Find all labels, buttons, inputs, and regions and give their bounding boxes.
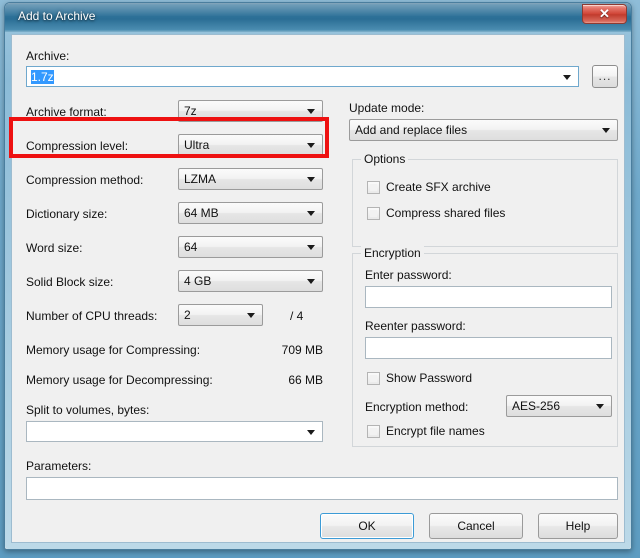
- browse-button[interactable]: ...: [592, 65, 618, 88]
- compression-method-value: LZMA: [184, 172, 217, 186]
- cancel-button[interactable]: Cancel: [429, 513, 523, 539]
- chevron-down-icon[interactable]: [307, 429, 315, 435]
- close-button[interactable]: ✕: [582, 4, 627, 24]
- chevron-down-icon: [307, 279, 315, 284]
- dictionary-size-value: 64 MB: [184, 206, 219, 220]
- create-sfx-archive-checkbox[interactable]: Create SFX archive: [367, 180, 597, 196]
- dialog-client-area: Archive: 1.7z ... Archive format: 7z Com…: [11, 34, 625, 543]
- chevron-down-icon: [307, 109, 315, 114]
- chevron-down-icon: [307, 143, 315, 148]
- update-mode-label: Update mode:: [349, 101, 425, 115]
- word-size-select[interactable]: 64: [178, 236, 323, 258]
- reenter-password-input[interactable]: [365, 337, 612, 359]
- archive-format-value: 7z: [184, 104, 197, 118]
- cpu-threads-max: / 4: [290, 309, 304, 323]
- cpu-threads-select[interactable]: 2: [178, 304, 263, 326]
- dictionary-size-select[interactable]: 64 MB: [178, 202, 323, 224]
- memory-compressing-value: 709 MB: [281, 343, 323, 357]
- compression-method-label: Compression method:: [26, 173, 144, 187]
- word-size-value: 64: [184, 240, 198, 254]
- encryption-method-label: Encryption method:: [365, 400, 469, 414]
- chevron-down-icon: [307, 245, 315, 250]
- compression-method-select[interactable]: LZMA: [178, 168, 323, 190]
- cpu-threads-value: 2: [184, 308, 191, 322]
- window-title: Add to Archive: [18, 9, 96, 23]
- solid-block-size-label: Solid Block size:: [26, 275, 114, 289]
- help-button[interactable]: Help: [538, 513, 618, 539]
- archive-path-input[interactable]: 1.7z: [26, 66, 579, 87]
- compress-shared-files-label: Compress shared files: [386, 206, 506, 220]
- enter-password-label: Enter password:: [365, 268, 452, 282]
- word-size-label: Word size:: [26, 241, 83, 255]
- archive-format-select[interactable]: 7z: [178, 100, 323, 122]
- compression-level-label: Compression level:: [26, 139, 129, 153]
- solid-block-size-select[interactable]: 4 GB: [178, 270, 323, 292]
- memory-decompressing-label: Memory usage for Decompressing:: [26, 373, 213, 387]
- chevron-down-icon: [307, 211, 315, 216]
- checkbox-icon: [367, 207, 380, 220]
- archive-path-value: 1.7z: [31, 70, 54, 84]
- compression-level-value: Ultra: [184, 138, 210, 152]
- split-volumes-label: Split to volumes, bytes:: [26, 403, 150, 417]
- chevron-down-icon: [602, 128, 610, 133]
- encrypt-file-names-label: Encrypt file names: [386, 424, 485, 438]
- parameters-label: Parameters:: [26, 459, 92, 473]
- add-to-archive-window: Add to Archive ✕ Archive: 1.7z ... Archi…: [4, 2, 632, 550]
- archive-label: Archive:: [26, 49, 70, 63]
- compression-level-select[interactable]: Ultra: [178, 134, 323, 156]
- reenter-password-label: Reenter password:: [365, 319, 466, 333]
- encrypt-file-names-checkbox[interactable]: Encrypt file names: [367, 424, 597, 440]
- memory-decompressing-value: 66 MB: [288, 373, 323, 387]
- show-password-checkbox[interactable]: Show Password: [367, 371, 597, 387]
- split-volumes-input[interactable]: [26, 421, 323, 442]
- options-group: [352, 159, 618, 247]
- screenshot-root: Add to Archive ✕ Archive: 1.7z ... Archi…: [0, 0, 640, 558]
- update-mode-select[interactable]: Add and replace files: [349, 119, 618, 141]
- enter-password-input[interactable]: [365, 286, 612, 308]
- memory-compressing-label: Memory usage for Compressing:: [26, 343, 201, 357]
- title-bar: Add to Archive ✕: [5, 3, 631, 32]
- checkbox-icon: [367, 372, 380, 385]
- encryption-method-select[interactable]: AES-256: [506, 395, 612, 417]
- chevron-down-icon: [247, 313, 255, 318]
- chevron-down-icon[interactable]: [563, 74, 571, 80]
- close-icon: ✕: [599, 6, 610, 21]
- create-sfx-archive-label: Create SFX archive: [386, 180, 491, 194]
- solid-block-size-value: 4 GB: [184, 274, 212, 288]
- compress-shared-files-checkbox[interactable]: Compress shared files: [367, 206, 597, 222]
- cpu-threads-label: Number of CPU threads:: [26, 309, 158, 323]
- update-mode-value: Add and replace files: [355, 123, 468, 137]
- archive-format-label: Archive format:: [26, 105, 107, 119]
- checkbox-icon: [367, 425, 380, 438]
- chevron-down-icon: [596, 404, 604, 409]
- show-password-label: Show Password: [386, 371, 473, 385]
- dictionary-size-label: Dictionary size:: [26, 207, 108, 221]
- options-group-title: Options: [361, 152, 409, 166]
- checkbox-icon: [367, 181, 380, 194]
- chevron-down-icon: [307, 177, 315, 182]
- ok-button[interactable]: OK: [320, 513, 414, 539]
- parameters-input[interactable]: [26, 477, 618, 500]
- encryption-group-title: Encryption: [361, 246, 424, 260]
- encryption-method-value: AES-256: [512, 399, 561, 413]
